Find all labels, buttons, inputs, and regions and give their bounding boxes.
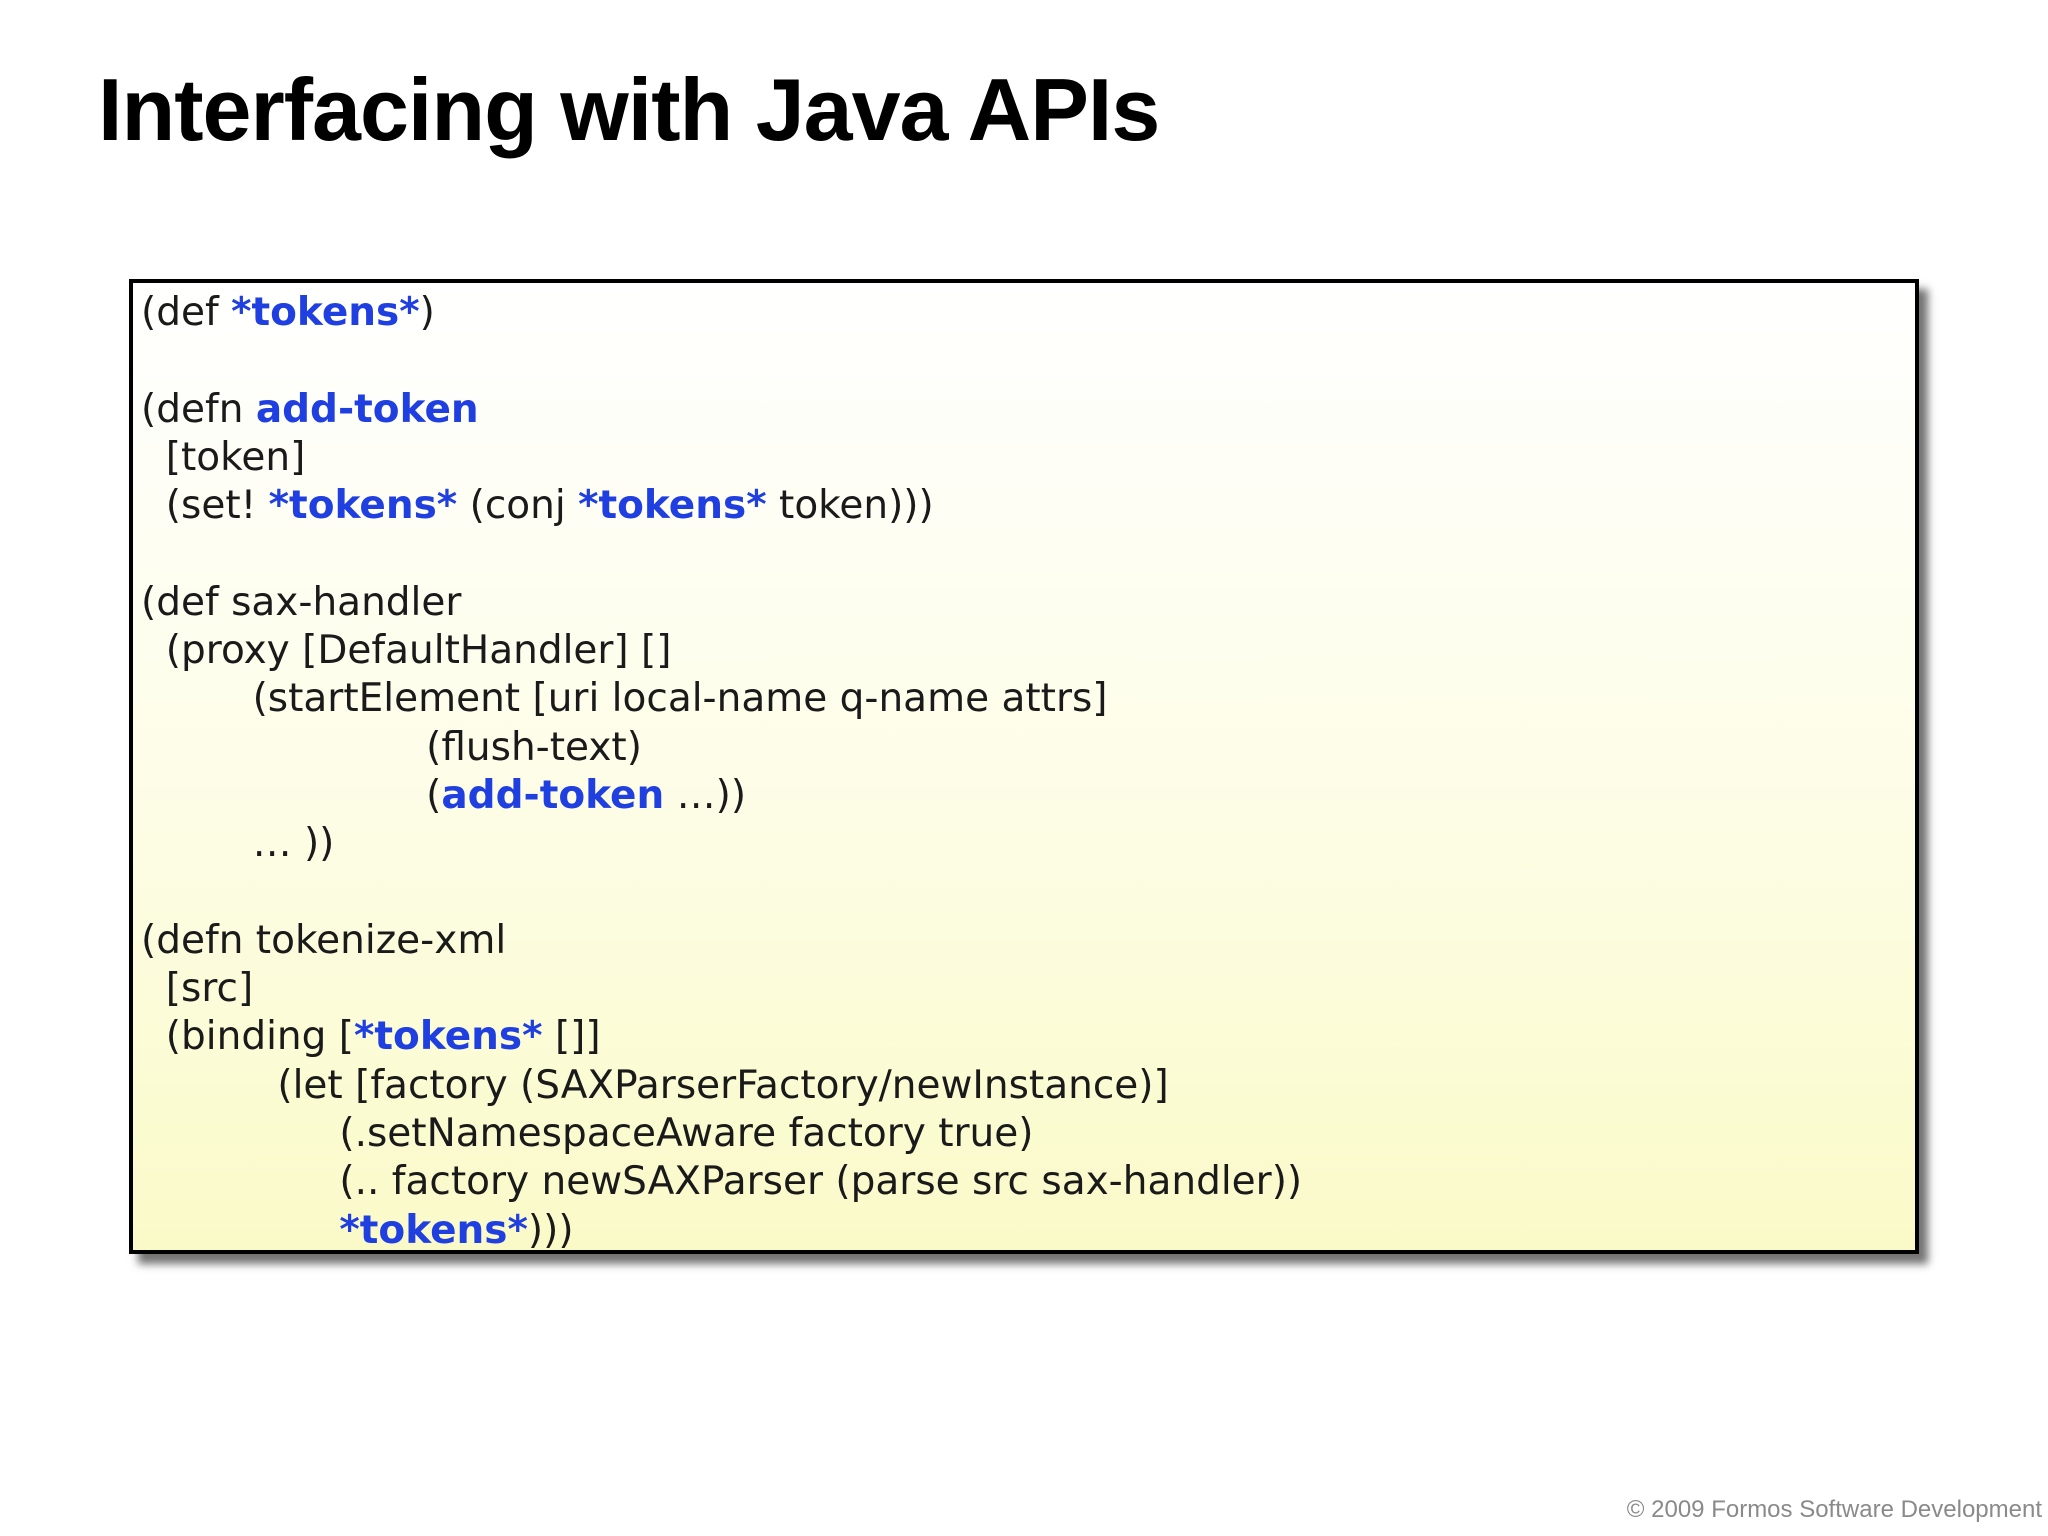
code-text: (binding [ bbox=[141, 1014, 354, 1060]
code-text: (startElement [uri local-name q-name att… bbox=[141, 676, 1108, 722]
code-text: (proxy [DefaultHandler] [] bbox=[141, 628, 672, 674]
code-highlight: *tokens* bbox=[339, 1207, 528, 1253]
code-line: [src] bbox=[141, 965, 1302, 1013]
code-text: ))) bbox=[527, 1207, 574, 1253]
code-line: [token] bbox=[141, 434, 1302, 482]
code-text: (set! bbox=[141, 483, 269, 529]
code-text: (let [factory (SAXParserFactory/newInsta… bbox=[141, 1062, 1169, 1108]
code-highlight: *tokens* bbox=[231, 290, 420, 335]
code-text: (defn tokenize-xml bbox=[141, 917, 507, 963]
code-line: (add-token …)) bbox=[141, 772, 1302, 820]
code-text: (.. factory newSAXParser (parse src sax-… bbox=[141, 1159, 1303, 1205]
code-text: (def sax-handler bbox=[141, 579, 462, 625]
code-highlight: *tokens* bbox=[578, 483, 767, 529]
slide-title: Interfacing with Java APIs bbox=[98, 60, 1160, 159]
code-listing: (def *tokens*) (defn add-token [token] (… bbox=[141, 289, 1302, 1255]
code-text: …)) bbox=[664, 772, 747, 818]
code-line: … )) bbox=[141, 820, 1302, 868]
code-line: (set! *tokens* (conj *tokens* token))) bbox=[141, 482, 1302, 530]
code-line: *tokens*))) bbox=[141, 1207, 1302, 1255]
code-text: (def bbox=[141, 290, 232, 335]
code-line: (flush-text) bbox=[141, 724, 1302, 772]
copyright-notice: © 2009 Formos Software Development bbox=[1626, 1496, 2042, 1523]
code-line: (def sax-handler bbox=[141, 579, 1302, 627]
code-text: (defn bbox=[141, 386, 256, 432]
code-line: (def *tokens*) bbox=[141, 289, 1302, 337]
code-line: (binding [*tokens* []] bbox=[141, 1013, 1302, 1061]
code-highlight: *tokens* bbox=[354, 1014, 543, 1060]
code-line: (startElement [uri local-name q-name att… bbox=[141, 675, 1302, 723]
code-block: (def *tokens*) (defn add-token [token] (… bbox=[129, 279, 1919, 1254]
code-text: ( bbox=[141, 772, 442, 818]
code-text: … )) bbox=[141, 821, 335, 867]
code-text: (conj bbox=[457, 483, 579, 529]
code-line: (defn add-token bbox=[141, 386, 1302, 434]
code-line: (.. factory newSAXParser (parse src sax-… bbox=[141, 1158, 1302, 1206]
code-text: ) bbox=[419, 290, 435, 335]
code-text: (.setNamespaceAware factory true) bbox=[141, 1111, 1034, 1157]
code-line: (.setNamespaceAware factory true) bbox=[141, 1110, 1302, 1158]
code-highlight: *tokens* bbox=[268, 483, 458, 529]
code-text: [src] bbox=[141, 966, 254, 1012]
code-text: (flush-text) bbox=[141, 724, 642, 770]
code-text: []] bbox=[542, 1014, 601, 1060]
code-highlight: add-token bbox=[441, 772, 665, 818]
code-line: (proxy [DefaultHandler] [] bbox=[141, 627, 1302, 675]
code-line: (defn tokenize-xml bbox=[141, 917, 1302, 965]
code-text: token))) bbox=[766, 483, 934, 529]
code-highlight: add-token bbox=[255, 386, 479, 432]
code-line: (let [factory (SAXParserFactory/newInsta… bbox=[141, 1062, 1302, 1110]
code-text: [token] bbox=[141, 434, 306, 480]
